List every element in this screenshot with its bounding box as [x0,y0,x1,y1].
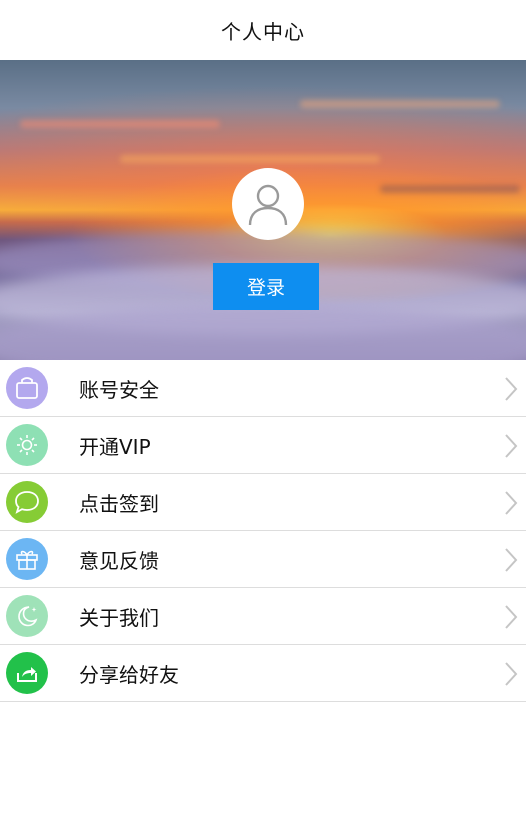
banner-cloud-streak [20,120,220,128]
menu-item-label: 意见反馈 [79,548,159,573]
chevron-right-icon [505,377,518,401]
share-icon [6,652,48,694]
user-avatar[interactable] [232,168,304,240]
menu-item-about-us[interactable]: 关于我们 [0,588,526,645]
gift-icon [6,538,48,580]
chevron-right-icon [505,662,518,686]
banner-cloud-streak [380,185,520,193]
page-title: 个人中心 [221,19,305,44]
menu-item-vip[interactable]: 开通VIP [0,417,526,474]
top-bar: 个人中心 [0,0,526,60]
user-avatar-icon [248,184,288,226]
banner-cloud-streak [300,100,500,108]
menu-item-check-in[interactable]: 点击签到 [0,474,526,531]
menu-list: 账号安全 开通VIP 点击签到 意见反馈 关于我们 分享给好友 [0,360,526,702]
menu-item-label: 分享给好友 [79,662,179,687]
bag-icon [6,367,48,409]
menu-item-label: 开通VIP [79,434,151,459]
menu-item-label: 关于我们 [79,605,159,630]
menu-item-label: 账号安全 [79,377,159,402]
chevron-right-icon [505,434,518,458]
menu-item-share[interactable]: 分享给好友 [0,645,526,702]
chevron-right-icon [505,548,518,572]
chevron-right-icon [505,605,518,629]
chat-bubble-icon [6,481,48,523]
menu-item-label: 点击签到 [79,491,159,516]
chevron-right-icon [505,491,518,515]
sun-icon [6,424,48,466]
login-button[interactable]: 登录 [213,263,319,310]
menu-item-account-security[interactable]: 账号安全 [0,360,526,417]
moon-icon [6,595,48,637]
banner-cloud-streak [120,155,380,163]
menu-item-feedback[interactable]: 意见反馈 [0,531,526,588]
